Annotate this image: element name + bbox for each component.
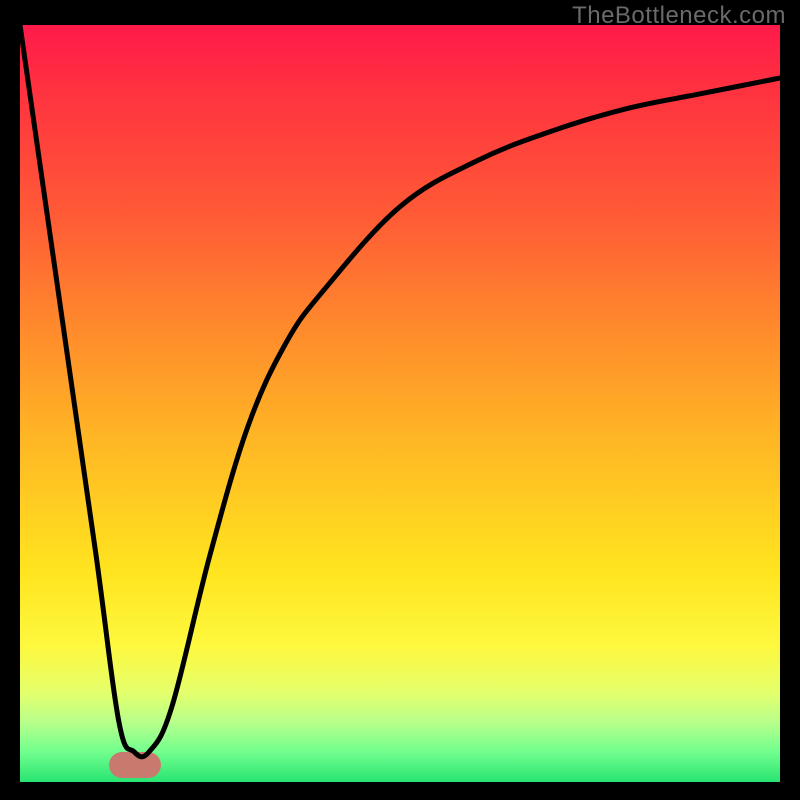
chart-frame: TheBottleneck.com [0, 0, 800, 800]
curve-path [20, 25, 780, 757]
bottleneck-curve [20, 25, 780, 782]
watermark-text: TheBottleneck.com [572, 2, 786, 30]
